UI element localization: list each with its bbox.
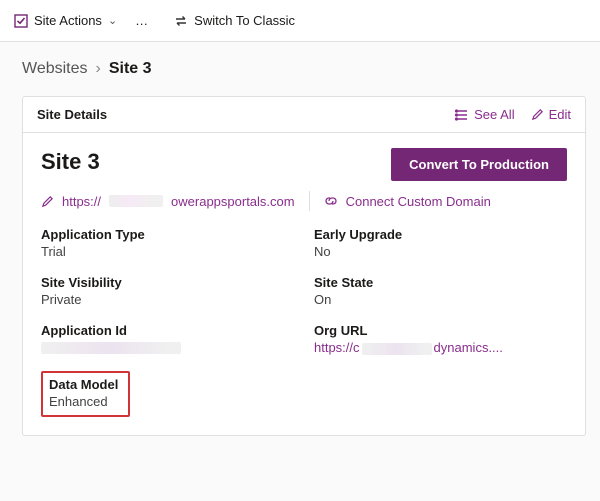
redacted-value [41, 342, 181, 354]
connect-custom-domain-button[interactable]: Connect Custom Domain [324, 194, 491, 209]
field-value: On [314, 292, 567, 307]
field-value: Private [41, 292, 294, 307]
field-data-model: Data Model Enhanced [41, 371, 294, 417]
redacted-segment [109, 195, 163, 207]
site-actions-button[interactable]: Site Actions ⌄ [14, 13, 117, 28]
field-site-state: Site State On [314, 275, 567, 307]
convert-to-production-button[interactable]: Convert To Production [391, 148, 567, 181]
connect-custom-domain-label: Connect Custom Domain [346, 194, 491, 209]
site-actions-label: Site Actions [34, 13, 102, 28]
see-all-button[interactable]: See All [455, 107, 514, 122]
card-actions: See All Edit [455, 107, 571, 122]
breadcrumb-current: Site 3 [109, 60, 152, 78]
field-label: Early Upgrade [314, 227, 567, 242]
title-row: Site 3 Convert To Production [41, 143, 567, 185]
org-url-prefix: https://c [314, 340, 360, 355]
field-value: Trial [41, 244, 294, 259]
site-details-card: Site Details See All Edit Site 3 Convert… [22, 96, 586, 436]
vertical-divider [309, 191, 310, 211]
breadcrumb-parent[interactable]: Websites [22, 60, 88, 78]
field-label: Application Id [41, 323, 294, 338]
card-body: Site 3 Convert To Production https:// ow… [23, 133, 585, 435]
field-early-upgrade: Early Upgrade No [314, 227, 567, 259]
redacted-segment [362, 343, 432, 355]
edit-button[interactable]: Edit [531, 107, 571, 122]
org-url-suffix: dynamics.... [434, 340, 503, 355]
switch-to-classic-button[interactable]: Switch To Classic [174, 13, 295, 28]
site-url-prefix: https:// [62, 194, 101, 209]
field-org-url: Org URL https://c dynamics.... [314, 323, 567, 355]
site-url-link[interactable]: https:// owerappsportals.com [41, 194, 295, 209]
link-icon [324, 194, 338, 208]
field-site-visibility: Site Visibility Private [41, 275, 294, 307]
breadcrumb: Websites › Site 3 [0, 42, 600, 90]
field-label: Data Model [49, 377, 118, 392]
pencil-icon [41, 195, 54, 208]
switch-to-classic-label: Switch To Classic [194, 13, 295, 28]
field-label: Site Visibility [41, 275, 294, 290]
swap-icon [174, 14, 188, 28]
field-label: Org URL [314, 323, 567, 338]
edit-label: Edit [549, 107, 571, 122]
chevron-right-icon: › [96, 60, 101, 78]
list-icon [455, 108, 469, 122]
field-application-type: Application Type Trial [41, 227, 294, 259]
site-title: Site 3 [41, 149, 100, 175]
card-title: Site Details [37, 107, 107, 122]
field-label: Site State [314, 275, 567, 290]
field-value: Enhanced [49, 394, 118, 409]
field-application-id: Application Id [41, 323, 294, 355]
field-label: Application Type [41, 227, 294, 242]
site-url-suffix: owerappsportals.com [171, 194, 295, 209]
url-row: https:// owerappsportals.com Connect Cus… [41, 191, 567, 211]
org-url-link[interactable]: https://c dynamics.... [314, 340, 567, 355]
highlight-box: Data Model Enhanced [41, 371, 130, 417]
pencil-icon [531, 108, 544, 121]
see-all-label: See All [474, 107, 514, 122]
checkbox-icon [14, 14, 28, 28]
more-actions-button[interactable]: … [131, 13, 154, 28]
field-value: No [314, 244, 567, 259]
card-header: Site Details See All Edit [23, 97, 585, 133]
properties-grid: Application Type Trial Early Upgrade No … [41, 227, 567, 417]
command-bar: Site Actions ⌄ … Switch To Classic [0, 0, 600, 42]
chevron-down-icon: ⌄ [108, 14, 117, 27]
